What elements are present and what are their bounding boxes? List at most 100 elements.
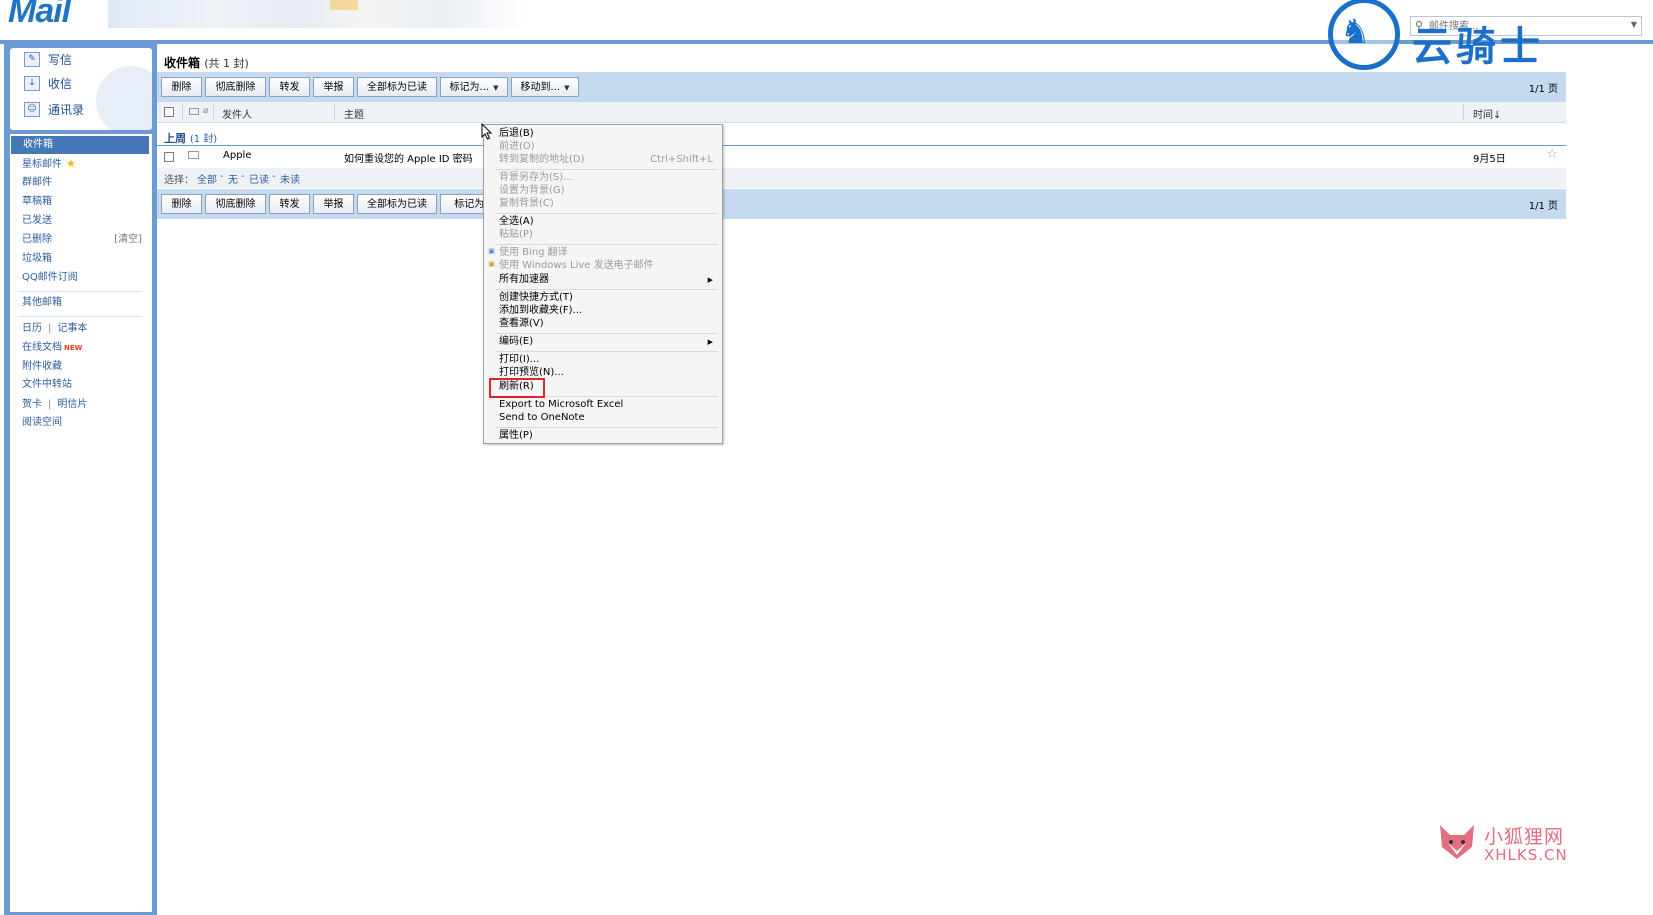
sidebar-item-reading[interactable]: 阅读空间 [10, 414, 148, 432]
forward-button[interactable]: 转发 [269, 77, 310, 97]
menu-item-add-favorites[interactable]: 添加到收藏夹(F)... [499, 305, 719, 317]
move-to-dropdown[interactable]: 移动到... ▼ [511, 77, 579, 97]
menu-item-back[interactable]: 后退(B) [499, 128, 719, 140]
menu-item-properties[interactable]: 属性(P) [499, 430, 719, 442]
menu-item-accelerators[interactable]: 所有加速器 ▶ [499, 274, 719, 286]
menu-item-encoding[interactable]: 编码(E) ▶ [499, 336, 719, 348]
pen-icon: ✎ [24, 51, 40, 67]
mark-all-read-button[interactable]: 全部标为已读 [357, 194, 437, 214]
receive-button[interactable]: ↓ 收信 [24, 72, 72, 94]
penguin-mascot-icon [96, 66, 152, 130]
select-all-link[interactable]: 全部 [197, 171, 217, 186]
compose-button[interactable]: ✎ 写信 [24, 48, 72, 70]
group-label: 上周 (1 封) [164, 130, 217, 146]
select-all-checkbox[interactable] [164, 107, 174, 117]
menu-item-view-source[interactable]: 查看源(V) [499, 318, 719, 330]
menu-item-copy-background: 复制背景(C) [499, 198, 554, 209]
mark-as-dropdown[interactable]: 标记为... ▼ [440, 77, 508, 97]
row-sender[interactable]: Apple [223, 150, 251, 161]
menu-item-select-all[interactable]: 全选(A) [499, 216, 719, 228]
column-header-time[interactable]: 时间↓ [1473, 106, 1501, 121]
row-subject[interactable]: 如何重设您的 Apple ID 密码 [344, 150, 473, 165]
sidebar-item-inbox[interactable]: 收件箱 [11, 136, 149, 154]
report-button[interactable]: 举报 [313, 77, 354, 97]
sidebar-item-drafts[interactable]: 草稿箱 [10, 193, 148, 211]
row-checkbox[interactable] [164, 152, 174, 162]
menu-separator [496, 213, 718, 214]
sidebar-item-calendar-notebook: 日历 | 记事本 [10, 320, 148, 338]
menu-item-bing-translate: ▣ 使用 Bing 翻译 [488, 247, 719, 259]
menu-item-label: 转到复制的地址(D) [499, 154, 585, 165]
sidebar-item-label: 已删除 [22, 234, 52, 245]
divider [18, 316, 142, 317]
postcards-link[interactable]: 明信片 [57, 399, 87, 410]
delete-button[interactable]: 删除 [161, 77, 202, 97]
blurred-accent [330, 0, 358, 10]
mail-list-header: ⌀ 发件人 主题 时间↓ [157, 102, 1566, 123]
table-row[interactable]: Apple 如何重设您的 Apple ID 密码 9月5日 ☆ [157, 147, 1566, 166]
mail-logo[interactable]: Mail [8, 0, 71, 31]
menu-item-create-shortcut[interactable]: 创建快捷方式(T) [499, 292, 719, 304]
menu-separator [496, 351, 718, 352]
sidebar-item-label: 草稿箱 [22, 196, 52, 207]
mark-all-read-button[interactable]: 全部标为已读 [357, 77, 437, 97]
sidebar-item-label: 附件收藏 [22, 361, 62, 372]
attachment-column-icon: ⌀ [203, 106, 209, 116]
email-icon: ▣ [488, 260, 495, 268]
select-unread-link[interactable]: 未读 [280, 171, 300, 186]
sidebar-item-sent[interactable]: 已发送 [10, 212, 148, 230]
permanent-delete-button[interactable]: 彻底删除 [205, 77, 266, 97]
column-header-sender[interactable]: 发件人 [222, 106, 252, 121]
chevron-right-icon: ▶ [707, 338, 713, 346]
contacts-button[interactable]: ☺ 通讯录 [24, 98, 84, 120]
sidebar-item-label: 在线文档 [22, 342, 62, 353]
star-outline-icon[interactable]: ☆ [1546, 147, 1558, 162]
folder-title: 收件箱 [164, 56, 201, 70]
calendar-link[interactable]: 日历 [22, 323, 42, 334]
sidebar-item-subscriptions[interactable]: QQ邮件订阅 [10, 269, 148, 287]
forward-button[interactable]: 转发 [269, 194, 310, 214]
select-read-link[interactable]: 已读 [249, 171, 269, 186]
sidebar-item-spam[interactable]: 垃圾箱 [10, 250, 148, 268]
menu-item-label: 所有加速器 [499, 274, 549, 285]
refresh-highlight-box [489, 378, 545, 398]
menu-item-print[interactable]: 打印(I)... [499, 354, 719, 366]
sidebar-item-transfer[interactable]: 文件中转站 [10, 376, 148, 394]
sidebar-item-groups[interactable]: 群邮件 [10, 174, 148, 192]
select-none-link[interactable]: 无 [228, 171, 238, 186]
chevron-down-icon[interactable]: ▼ [1631, 20, 1637, 29]
top-divider [0, 40, 1653, 44]
watermark-domain: XHLKS.CN [1484, 846, 1568, 864]
select-bar: 选择： 全部 - 无 - 已读 - 未读 [157, 168, 1566, 188]
page-info: 1/1 页 [1528, 201, 1558, 212]
sidebar-item-attachments[interactable]: 附件收藏 [10, 358, 148, 376]
menu-item-export-excel[interactable]: Export to Microsoft Excel [499, 399, 719, 411]
delete-button[interactable]: 删除 [161, 194, 202, 214]
page-title: 收件箱 (共 1 封) [164, 54, 249, 71]
row-time: 9月5日 [1473, 154, 1506, 165]
top-bar: Mail [0, 0, 1653, 42]
separator: | [48, 399, 52, 410]
sidebar-item-deleted[interactable]: 已删除 [清空] [10, 231, 148, 249]
permanent-delete-button[interactable]: 彻底删除 [205, 194, 266, 214]
cards-link[interactable]: 贺卡 [22, 399, 42, 410]
knight-icon: ♞ [1340, 12, 1371, 52]
menu-separator [496, 244, 718, 245]
column-header-subject[interactable]: 主题 [344, 106, 364, 121]
sidebar-item-starred[interactable]: 星标邮件 ★ [10, 155, 148, 173]
notebook-link[interactable]: 记事本 [57, 323, 87, 334]
star-icon: ★ [66, 157, 76, 170]
clear-trash-link[interactable]: [清空] [114, 231, 142, 249]
contacts-icon: ☺ [24, 101, 40, 117]
sidebar-item-other-mailbox[interactable]: 其他邮箱 [10, 294, 148, 312]
sidebar-item-docs[interactable]: 在线文档 NEW [10, 339, 148, 357]
brand-watermark-text: 云骑士 [1412, 24, 1544, 70]
menu-item-goto-copied: 转到复制的地址(D) Ctrl+Shift+L [499, 154, 719, 166]
menu-item-send-onenote[interactable]: Send to OneNote [499, 412, 719, 424]
menu-separator [496, 427, 718, 428]
report-button[interactable]: 举报 [313, 194, 354, 214]
new-badge: NEW [64, 344, 83, 352]
menu-item-label: 编码(E) [499, 336, 534, 347]
menu-separator [496, 289, 718, 290]
folder-list: 收件箱 星标邮件 ★ 群邮件 草稿箱 已发送 已删除 [清空] 垃圾箱 QQ邮件订阅… [10, 134, 152, 912]
